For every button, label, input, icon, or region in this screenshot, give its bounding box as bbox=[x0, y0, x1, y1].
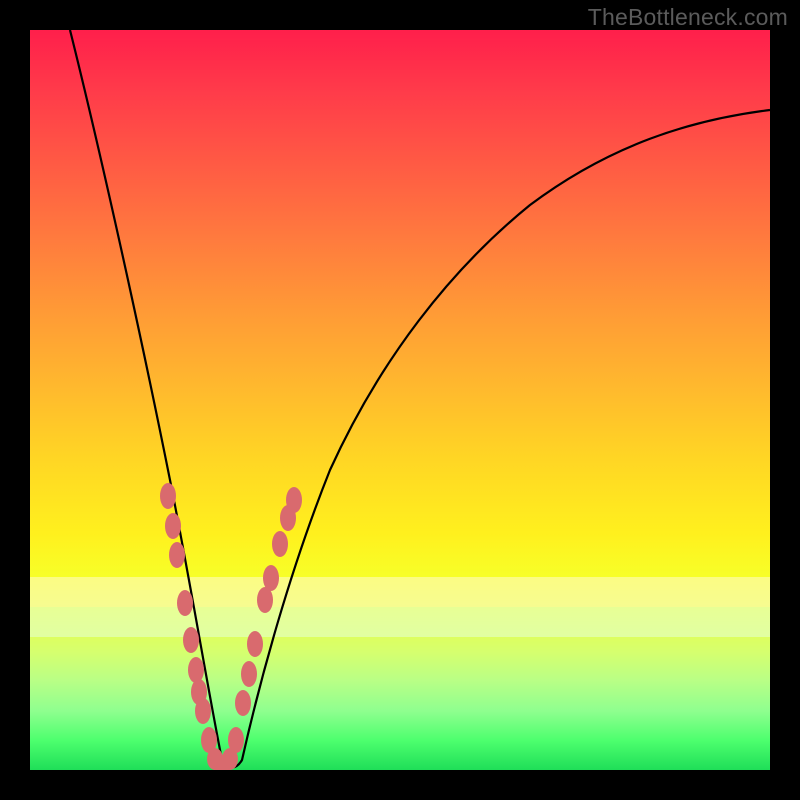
data-marker bbox=[183, 627, 199, 653]
data-marker bbox=[165, 513, 181, 539]
watermark-text: TheBottleneck.com bbox=[588, 4, 788, 31]
data-marker bbox=[272, 531, 288, 557]
data-marker bbox=[213, 757, 231, 770]
data-marker bbox=[222, 748, 238, 770]
data-marker bbox=[247, 631, 263, 657]
plot-area bbox=[30, 30, 770, 770]
data-marker bbox=[286, 487, 302, 513]
chart-stage: TheBottleneck.com bbox=[0, 0, 800, 800]
data-marker bbox=[188, 657, 204, 683]
data-marker bbox=[201, 727, 217, 753]
band-pale-green bbox=[30, 607, 770, 637]
data-marker bbox=[257, 587, 273, 613]
data-marker bbox=[263, 565, 279, 591]
data-marker bbox=[235, 690, 251, 716]
data-marker bbox=[207, 748, 223, 770]
bottleneck-curve bbox=[70, 30, 770, 768]
data-marker bbox=[228, 727, 244, 753]
data-marker bbox=[195, 698, 211, 724]
curve-layer bbox=[30, 30, 770, 770]
data-marker bbox=[169, 542, 185, 568]
data-marker bbox=[280, 505, 296, 531]
data-marker bbox=[177, 590, 193, 616]
marker-group bbox=[160, 483, 302, 770]
data-marker bbox=[160, 483, 176, 509]
data-marker bbox=[241, 661, 257, 687]
data-marker bbox=[191, 679, 207, 705]
band-pale-yellow bbox=[30, 577, 770, 607]
